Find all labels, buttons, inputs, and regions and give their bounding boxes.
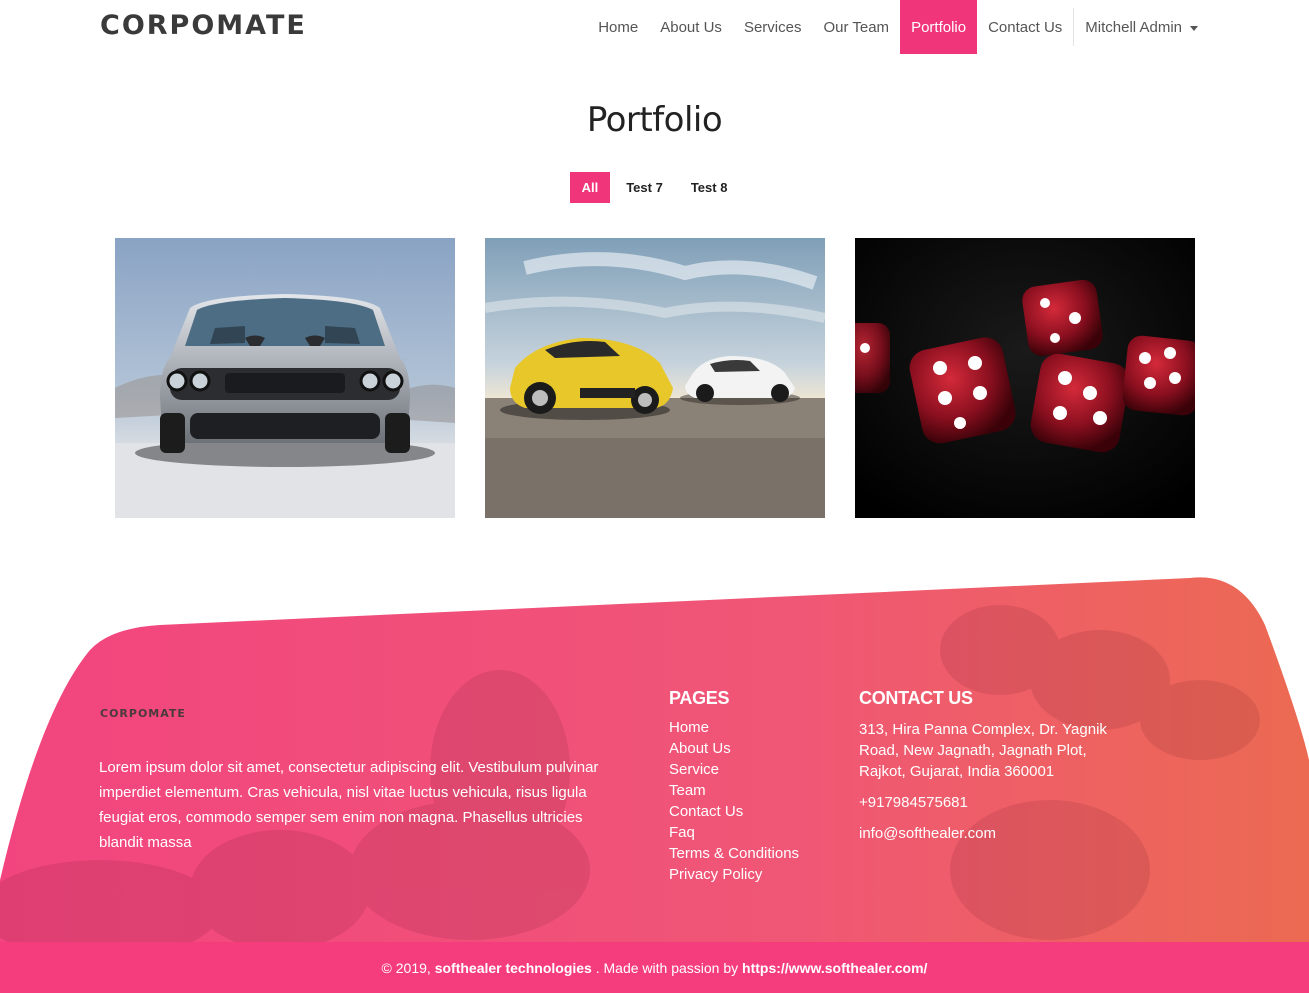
site-header: CORPOMATE Home About Us Services Our Tea… bbox=[0, 0, 1309, 54]
footer-link-terms[interactable]: Terms & Conditions bbox=[669, 843, 799, 864]
copyright-prefix: © 2019, bbox=[381, 959, 431, 976]
portfolio-filters: All Test 7 Test 8 bbox=[0, 172, 1309, 203]
footer-link-home[interactable]: Home bbox=[669, 717, 799, 738]
footer-pages-heading: PAGES bbox=[669, 688, 730, 708]
company-link[interactable]: softhealer technologies bbox=[435, 960, 592, 976]
footer-link-faq[interactable]: Faq bbox=[669, 822, 799, 843]
filter-all[interactable]: All bbox=[569, 172, 611, 203]
user-menu-label: Mitchell Admin bbox=[1085, 18, 1182, 36]
silver-muscle-car-image bbox=[115, 238, 455, 518]
user-menu-dropdown[interactable]: Mitchell Admin bbox=[1074, 0, 1209, 54]
footer-about-text: Lorem ipsum dolor sit amet, consectetur … bbox=[99, 759, 599, 851]
footer-link-about-us[interactable]: About Us bbox=[669, 738, 799, 759]
footer-link-privacy[interactable]: Privacy Policy bbox=[669, 864, 799, 885]
yellow-and-white-sports-cars-image bbox=[485, 238, 825, 518]
footer-logo: CORPOMATE bbox=[100, 707, 186, 720]
portfolio-item-sports-cars[interactable] bbox=[485, 238, 825, 518]
nav-item-services[interactable]: Services bbox=[733, 0, 813, 54]
footer-phone: +917984575681 bbox=[859, 794, 968, 811]
nav-item-our-team[interactable]: Our Team bbox=[812, 0, 900, 54]
red-dice-image bbox=[855, 238, 1195, 518]
footer-contact-heading: CONTACT US bbox=[859, 688, 973, 708]
filter-test-8[interactable]: Test 8 bbox=[679, 172, 740, 203]
page-title: Portfolio bbox=[586, 100, 723, 140]
footer-link-team[interactable]: Team bbox=[669, 780, 799, 801]
site-logo[interactable]: CORPOMATE bbox=[100, 10, 307, 41]
copyright-bar: © 2019, softhealer technologies . Made w… bbox=[0, 942, 1309, 993]
nav-item-home[interactable]: Home bbox=[587, 0, 649, 54]
nav-item-about-us[interactable]: About Us bbox=[649, 0, 733, 54]
footer-address: 313, Hira Panna Complex, Dr. Yagnik Road… bbox=[859, 721, 1107, 780]
footer-link-contact-us[interactable]: Contact Us bbox=[669, 801, 799, 822]
footer-pages-list: Home About Us Service Team Contact Us Fa… bbox=[669, 717, 799, 885]
main-nav: Home About Us Services Our Team Portfoli… bbox=[587, 0, 1209, 54]
footer-link-service[interactable]: Service bbox=[669, 759, 799, 780]
footer-contact-info: 313, Hira Panna Complex, Dr. Yagnik Road… bbox=[859, 719, 1129, 844]
caret-down-icon bbox=[1190, 25, 1198, 31]
footer-email[interactable]: info@softhealer.com bbox=[859, 823, 1129, 844]
filter-test-7[interactable]: Test 7 bbox=[614, 172, 675, 203]
portfolio-item-dice[interactable] bbox=[855, 238, 1195, 518]
website-link[interactable]: https://www.softhealer.com/ bbox=[742, 960, 927, 976]
nav-item-contact-us[interactable]: Contact Us bbox=[977, 0, 1073, 54]
nav-item-portfolio[interactable]: Portfolio bbox=[900, 0, 978, 54]
portfolio-item-silver-car[interactable] bbox=[115, 238, 455, 518]
made-with-text: . Made with passion by bbox=[595, 959, 739, 976]
